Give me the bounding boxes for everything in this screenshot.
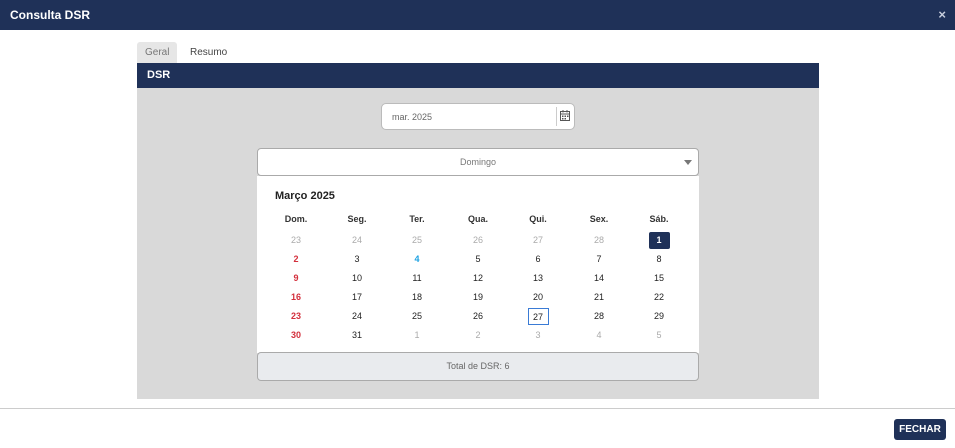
calendar-title: Março 2025 — [275, 190, 335, 202]
calendar-day[interactable]: 29 — [649, 308, 670, 325]
calendar-day[interactable]: 21 — [589, 289, 610, 306]
weekday-header: Seg. — [347, 214, 367, 224]
calendar-day[interactable]: 27 — [528, 232, 549, 249]
calendar-day[interactable]: 4 — [407, 251, 428, 268]
weekday-header: Sex. — [589, 214, 609, 224]
window-title: Consulta DSR — [10, 8, 91, 22]
calendar-day[interactable]: 8 — [649, 251, 670, 268]
calendar-day[interactable]: 30 — [286, 327, 307, 344]
dsr-total: Total de DSR: 6 — [257, 352, 699, 381]
calendar-day[interactable]: 1 — [648, 232, 670, 249]
calendar-day[interactable]: 4 — [589, 327, 610, 344]
weekday-header: Sáb. — [649, 214, 669, 224]
calendar-day[interactable]: 28 — [589, 232, 610, 249]
panel-header: DSR — [137, 63, 819, 88]
calendar-day[interactable]: 6 — [528, 251, 549, 268]
weekday-header: Ter. — [409, 214, 425, 224]
calendar-day[interactable]: 12 — [468, 270, 489, 287]
weekday-select[interactable]: Domingo — [257, 148, 699, 176]
calendar-day[interactable]: 16 — [286, 289, 307, 306]
tab-geral[interactable]: Geral — [137, 42, 178, 63]
calendar-day[interactable]: 19 — [468, 289, 489, 306]
weekday-header: Dom. — [284, 214, 308, 224]
input-divider — [556, 107, 557, 126]
chevron-down-icon[interactable] — [684, 160, 692, 165]
calendar-day[interactable]: 10 — [347, 270, 368, 287]
calendar-day[interactable]: 22 — [649, 289, 670, 306]
calendar-day[interactable]: 3 — [528, 327, 549, 344]
calendar-day[interactable]: 24 — [347, 308, 368, 325]
weekday-select-value: Domingo — [459, 157, 497, 167]
calendar-day[interactable]: 5 — [468, 251, 489, 268]
calendar-day[interactable]: 2 — [286, 251, 307, 268]
calendar-day[interactable]: 18 — [407, 289, 428, 306]
calendar-day[interactable]: 3 — [347, 251, 368, 268]
month-input-value: mar. 2025 — [392, 112, 433, 122]
calendar-day[interactable]: 23 — [286, 308, 307, 325]
close-button[interactable]: FECHAR — [894, 419, 946, 440]
calendar-day[interactable]: 17 — [347, 289, 368, 306]
calendar-day[interactable]: 13 — [528, 270, 549, 287]
calendar-day[interactable]: 2 — [468, 327, 489, 344]
calendar-day[interactable]: 20 — [528, 289, 549, 306]
calendar-day[interactable]: 25 — [407, 308, 428, 325]
calendar-day[interactable]: 9 — [286, 270, 307, 287]
panel-body: mar. 2025 Domingo Março 2025 Dom. Seg. Ter… — [137, 88, 819, 399]
title-bar: Consulta DSR × — [0, 0, 955, 30]
calendar-day[interactable]: 7 — [589, 251, 610, 268]
tab-resumo-dsr[interactable]: Resumo DSR — [182, 42, 235, 79]
calendar: Março 2025 Dom. Seg. Ter. Qua. Qui. Sex. Sáb. … — [257, 176, 699, 353]
calendar-day[interactable]: 26 — [468, 308, 489, 325]
calendar-day[interactable]: 1 — [407, 327, 428, 344]
calendar-day[interactable]: 26 — [468, 232, 489, 249]
calendar-day[interactable]: 25 — [407, 232, 428, 249]
panel-title: DSR — [147, 69, 171, 81]
close-icon[interactable]: × — [938, 8, 946, 22]
calendar-day[interactable]: 15 — [649, 270, 670, 287]
footer-divider — [0, 408, 955, 409]
weekday-header: Qua. — [467, 214, 488, 224]
weekday-header: Qui. — [529, 214, 547, 224]
calendar-day[interactable]: 28 — [589, 308, 610, 325]
calendar-day[interactable]: 5 — [649, 327, 670, 344]
calendar-day[interactable]: 11 — [407, 270, 428, 287]
calendar-day[interactable]: 14 — [589, 270, 610, 287]
calendar-icon[interactable] — [560, 110, 570, 121]
month-input[interactable]: mar. 2025 — [381, 103, 575, 130]
calendar-day[interactable]: 27 — [527, 308, 549, 325]
calendar-day[interactable]: 31 — [347, 327, 368, 344]
calendar-day[interactable]: 23 — [286, 232, 307, 249]
calendar-day[interactable]: 24 — [347, 232, 368, 249]
